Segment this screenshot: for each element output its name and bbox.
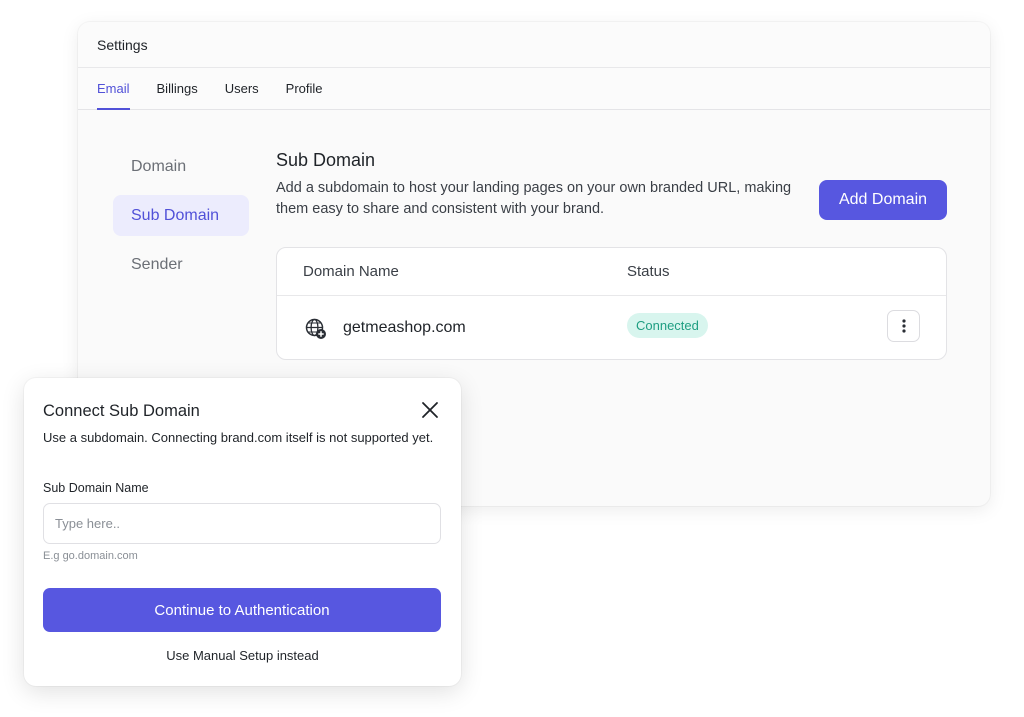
tab-email[interactable]: Email <box>97 68 130 110</box>
close-icon[interactable] <box>420 400 440 420</box>
modal-title: Connect Sub Domain <box>43 402 200 420</box>
status-badge: Connected <box>627 313 708 338</box>
tab-users[interactable]: Users <box>225 68 259 109</box>
window-title: Settings <box>97 36 148 53</box>
sub-domain-input[interactable] <box>43 503 441 544</box>
side-item-sender[interactable]: Sender <box>113 244 249 285</box>
kebab-icon <box>901 319 906 333</box>
connect-sub-domain-modal: Connect Sub Domain Use a subdomain. Conn… <box>24 378 461 686</box>
row-menu-button[interactable] <box>887 310 920 342</box>
domain-name: getmeashop.com <box>343 319 466 336</box>
tab-profile[interactable]: Profile <box>286 68 323 109</box>
add-domain-button[interactable]: Add Domain <box>819 180 947 220</box>
sub-domain-field-label: Sub Domain Name <box>43 481 149 495</box>
sub-domain-hint: E.g go.domain.com <box>43 550 138 562</box>
continue-to-authentication-button[interactable]: Continue to Authentication <box>43 588 441 632</box>
column-header-domain-name: Domain Name <box>303 263 399 280</box>
window-header: Settings <box>78 22 990 68</box>
section-title: Sub Domain <box>276 150 376 170</box>
side-item-sub-domain[interactable]: Sub Domain <box>113 195 249 236</box>
manual-setup-link[interactable]: Use Manual Setup instead <box>24 648 461 663</box>
tab-bar: Email Billings Users Profile <box>78 68 990 110</box>
domain-table: Domain Name Status getmeashop.com Connec… <box>276 247 947 360</box>
column-header-status: Status <box>627 263 670 280</box>
section-description: Add a subdomain to host your landing pag… <box>276 180 792 217</box>
table-header-row: Domain Name Status <box>277 248 946 296</box>
table-row: getmeashop.com Connected <box>277 296 946 359</box>
tab-billings[interactable]: Billings <box>157 68 198 109</box>
side-item-domain[interactable]: Domain <box>113 146 249 187</box>
side-nav: Domain Sub Domain Sender <box>113 146 249 293</box>
modal-description: Use a subdomain. Connecting brand.com it… <box>43 430 434 445</box>
globe-icon <box>305 318 326 339</box>
